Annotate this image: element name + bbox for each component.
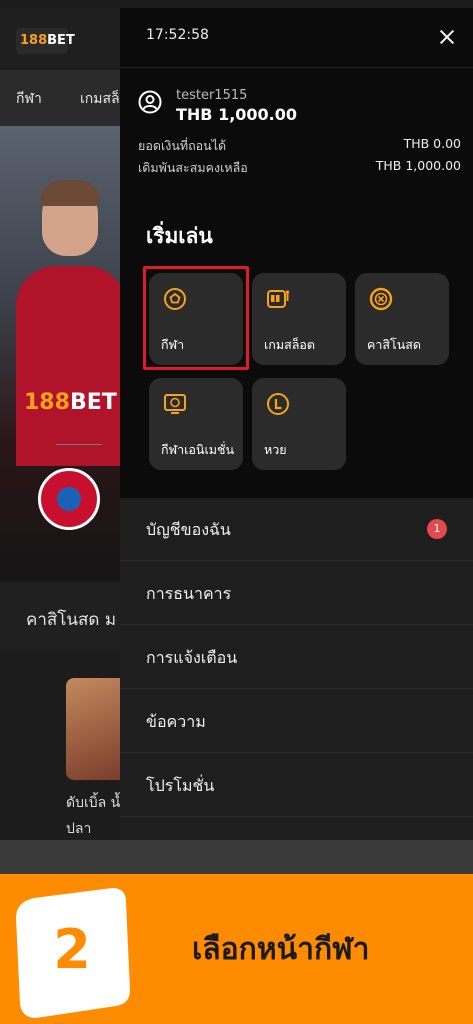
close-icon[interactable] xyxy=(432,22,462,52)
tile-label: คาสิโนสด xyxy=(367,337,422,352)
menu-item-label: ข้อความ xyxy=(146,712,206,731)
account-balance: THB 1,000.00 xyxy=(176,105,298,124)
hero-logo: 188BET xyxy=(24,390,117,415)
section-title: คาสิโนสด ม xyxy=(26,610,117,630)
nav-tab-slots[interactable]: เกมสล็ xyxy=(80,88,120,110)
turnover-value: THB 1,000.00 xyxy=(375,158,461,173)
menu-item-notifications[interactable]: การแจ้งเตือน xyxy=(120,626,473,689)
drawer-header: 17:52:58 xyxy=(120,8,473,68)
notification-badge: 1 xyxy=(427,519,447,539)
menu-item-messages[interactable]: ข้อความ xyxy=(120,690,473,753)
turnover-label: เดิมพันสะสมคงเหลือ xyxy=(138,160,248,175)
live-casino-section-header: คาสิโนสด ม xyxy=(0,584,120,650)
hero-divider xyxy=(56,444,102,445)
tile-live-casino[interactable]: คาสิโนสด xyxy=(355,273,449,365)
tile-label: หวย xyxy=(264,442,287,457)
game-card-thumbnail[interactable] xyxy=(66,678,120,780)
player-image xyxy=(16,266,120,466)
withdrawable-row: ยอดเงินที่ถอนได้ THB 0.00 xyxy=(138,136,461,156)
username: tester1515 xyxy=(176,88,248,103)
brand-logo[interactable]: 188BET xyxy=(16,28,75,54)
menu-item-label: การธนาคาร xyxy=(146,584,232,603)
tile-lottery[interactable]: หวย xyxy=(252,378,346,470)
nav-tab-sports[interactable]: กีฬา xyxy=(16,88,42,110)
side-drawer: 17:52:58 tester1515 THB 1,000.00 ยอดเงิน… xyxy=(120,8,473,840)
club-crest xyxy=(38,468,100,530)
tile-slots[interactable]: เกมสล็อต xyxy=(252,273,346,365)
game-card-title: ดับเบิ้ล น้ำ ปลา xyxy=(66,795,120,837)
clock-time: 17:52:58 xyxy=(146,27,209,43)
football-icon xyxy=(164,288,186,310)
tile-virtual-sports[interactable]: กีฬาเอนิเมชั่น xyxy=(149,378,243,470)
menu-item-label: การแจ้งเตือน xyxy=(146,648,238,667)
step-number: 2 xyxy=(53,918,91,981)
tile-label: เกมสล็อต xyxy=(264,337,315,352)
withdrawable-label: ยอดเงินที่ถอนได้ xyxy=(138,138,227,153)
turnover-row: เดิมพันสะสมคงเหลือ THB 1,000.00 xyxy=(138,158,461,178)
user-icon xyxy=(138,90,162,114)
tile-label: กีฬา xyxy=(161,337,185,352)
hero-banner: 188BET xyxy=(0,126,120,581)
withdrawable-value: THB 0.00 xyxy=(403,136,461,151)
menu-item-label: บัญชีของฉัน xyxy=(146,520,231,539)
virtual-sports-icon xyxy=(164,394,186,414)
player-hair xyxy=(40,180,100,206)
tile-sports[interactable]: กีฬา xyxy=(149,273,243,365)
menu-item-label: โปรโมชั่น xyxy=(146,776,215,795)
lottery-icon xyxy=(267,393,289,415)
step-instruction: เลือกหน้ากีฬา xyxy=(192,932,370,967)
start-playing-title: เริ่มเล่น xyxy=(146,224,213,248)
casino-chip-icon xyxy=(369,287,393,311)
account-menu: บัญชีของฉัน 1 การธนาคาร การแจ้งเตือน ข้อ… xyxy=(120,498,473,840)
tile-label: กีฬาเอนิเมชั่น xyxy=(161,442,234,457)
slot-machine-icon xyxy=(267,290,290,308)
menu-item-banking[interactable]: การธนาคาร xyxy=(120,562,473,625)
menu-item-promotions[interactable]: โปรโมชั่น xyxy=(120,754,473,817)
menu-item-my-account[interactable]: บัญชีของฉัน 1 xyxy=(120,498,473,561)
